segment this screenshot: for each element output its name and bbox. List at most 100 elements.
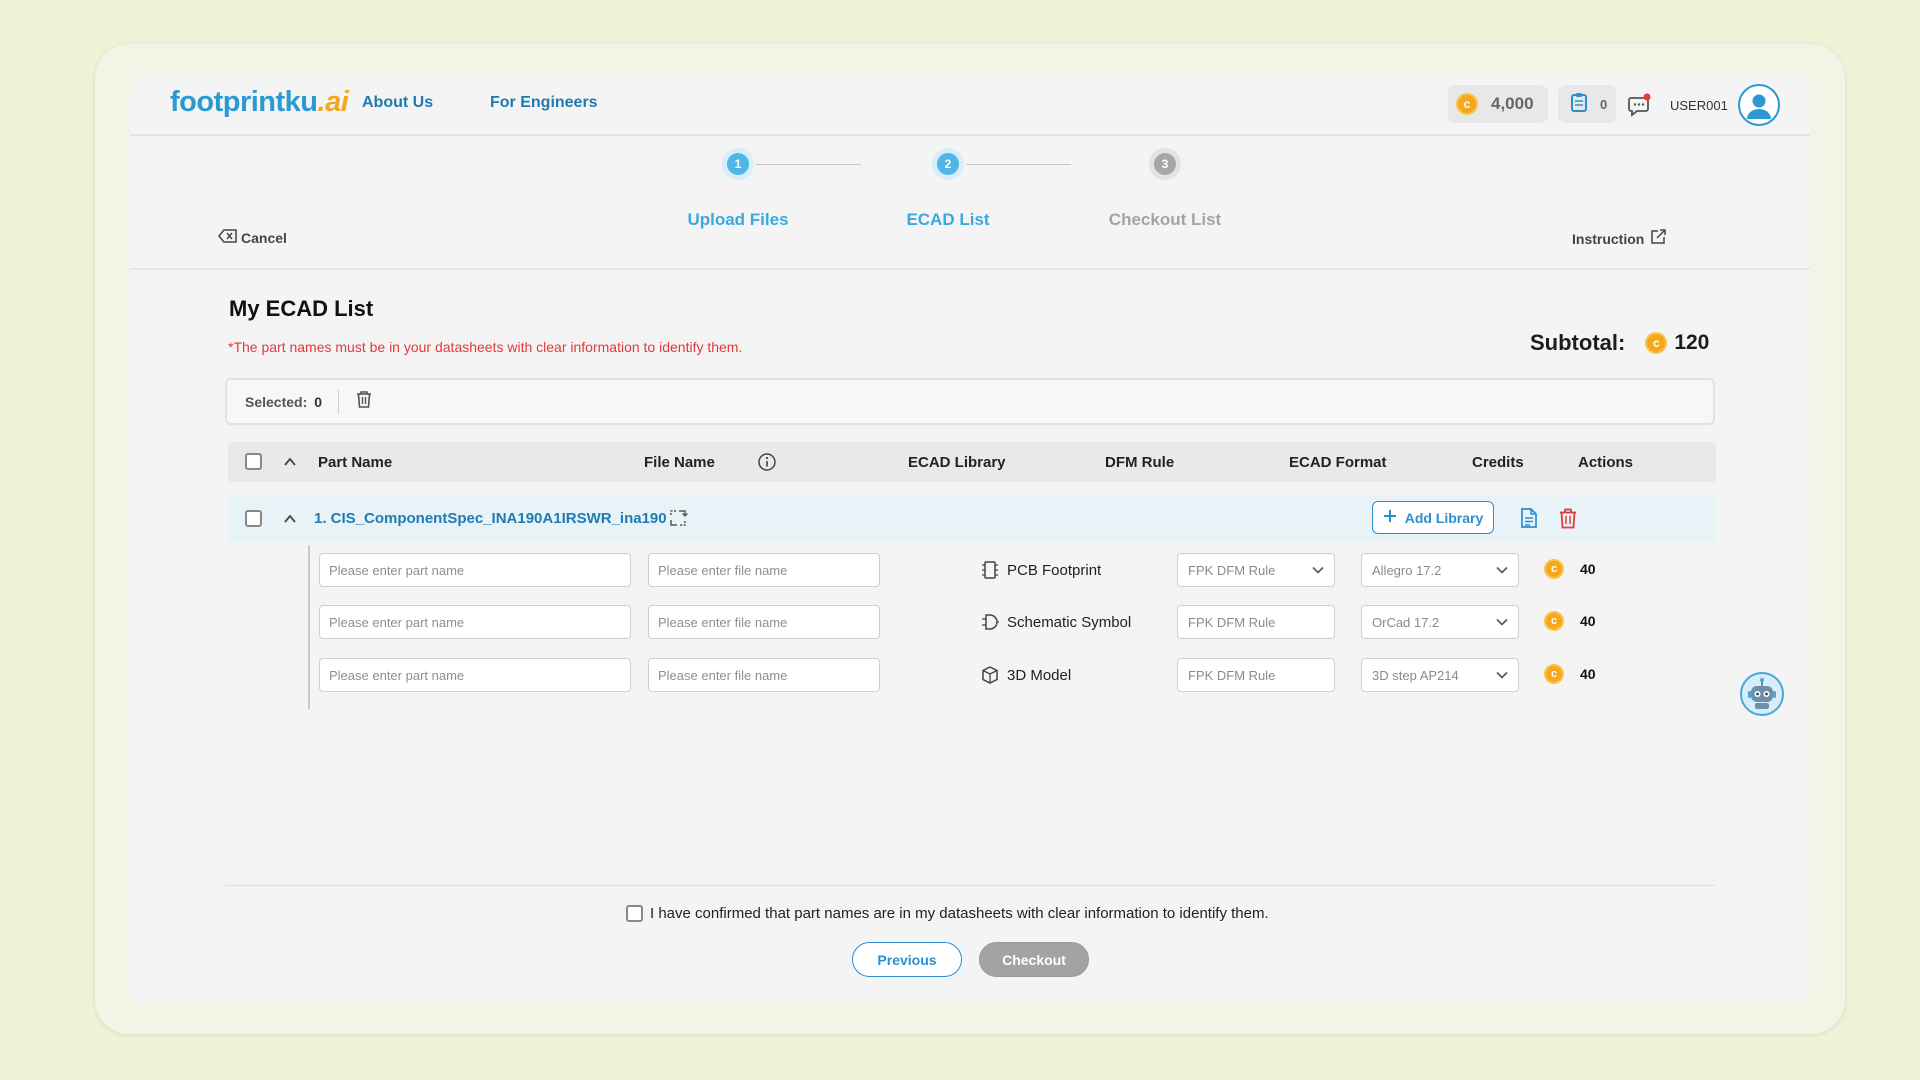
subtotal-value: 120 bbox=[1674, 331, 1710, 354]
dfm-rule-select[interactable]: FPK DFM Rule bbox=[1177, 658, 1335, 692]
previous-button[interactable]: Previous bbox=[852, 942, 962, 977]
cancel-label: Cancel bbox=[241, 229, 287, 246]
col-ecad-library: ECAD Library bbox=[908, 454, 1006, 471]
credits-cell: c 40 bbox=[1544, 664, 1596, 684]
step-label-checkout-list: Checkout List bbox=[1108, 210, 1222, 229]
ecad-format-select[interactable]: OrCad 17.2 bbox=[1361, 605, 1519, 639]
swap-icon[interactable] bbox=[668, 508, 688, 528]
chevron-up-icon[interactable] bbox=[283, 455, 297, 469]
credits-value: 40 bbox=[1580, 561, 1596, 577]
add-library-label: Add Library bbox=[1404, 509, 1484, 526]
step-label-upload-files: Upload Files bbox=[687, 210, 789, 229]
chevron-down-icon bbox=[1496, 566, 1508, 574]
dfm-rule-value: FPK DFM Rule bbox=[1188, 614, 1276, 630]
step-connector bbox=[756, 164, 861, 165]
checkout-button[interactable]: Checkout bbox=[979, 942, 1089, 977]
coin-icon: c bbox=[1456, 93, 1478, 115]
nav-about-us[interactable]: About Us bbox=[362, 94, 433, 112]
app-screen: footprintku.ai About Us For Engineers c … bbox=[130, 76, 1810, 1004]
logo-suffix: .ai bbox=[317, 86, 349, 118]
logo[interactable]: footprintku.ai bbox=[170, 86, 349, 119]
credits-value: 40 bbox=[1580, 666, 1596, 682]
ecad-format-value: 3D step AP214 bbox=[1372, 667, 1459, 683]
table-header: Part Name File Name ECAD Library DFM Rul… bbox=[228, 442, 1716, 482]
username[interactable]: USER001 bbox=[1670, 98, 1728, 113]
external-link-icon bbox=[1649, 228, 1667, 249]
ecad-format-value: Allegro 17.2 bbox=[1372, 562, 1442, 578]
ecad-format-value: OrCad 17.2 bbox=[1372, 614, 1440, 630]
info-icon[interactable] bbox=[757, 452, 777, 472]
library-label: 3D Model bbox=[1007, 666, 1072, 684]
file-name-input[interactable] bbox=[648, 658, 880, 692]
part-name-input[interactable] bbox=[319, 658, 631, 692]
chevron-up-icon[interactable] bbox=[283, 512, 297, 526]
trash-icon[interactable] bbox=[1557, 507, 1579, 529]
group-part-name[interactable]: 1. CIS_ComponentSpec_INA190A1IRSWR_ina19… bbox=[314, 510, 667, 527]
coin-icon: c bbox=[1645, 332, 1668, 354]
confirm-checkbox[interactable] bbox=[626, 905, 643, 922]
ecad-format-select[interactable]: 3D step AP214 bbox=[1361, 658, 1519, 692]
select-all-checkbox[interactable] bbox=[245, 453, 262, 470]
chevron-down-icon bbox=[1496, 671, 1508, 679]
dfm-rule-select[interactable]: FPK DFM Rule bbox=[1177, 553, 1335, 587]
schematic-icon bbox=[982, 614, 999, 630]
footer-divider bbox=[225, 885, 1715, 886]
step-2-circle: 2 bbox=[937, 153, 959, 175]
cart-button[interactable]: 0 bbox=[1558, 85, 1616, 123]
credit-balance-value: 4,000 bbox=[1491, 94, 1534, 113]
section-divider bbox=[130, 268, 1810, 270]
group-checkbox[interactable] bbox=[245, 510, 262, 527]
trash-icon[interactable] bbox=[355, 389, 373, 414]
table-row: Schematic Symbol FPK DFM Rule OrCad 17.2… bbox=[130, 605, 1810, 641]
document-icon[interactable] bbox=[1518, 507, 1540, 529]
chevron-down-icon bbox=[1496, 618, 1508, 626]
dfm-rule-select[interactable]: FPK DFM Rule bbox=[1177, 605, 1335, 639]
subtotal-label: Subtotal: bbox=[1530, 330, 1626, 355]
cancel-button[interactable]: Cancel bbox=[218, 228, 287, 247]
selected-label: Selected: bbox=[245, 393, 308, 410]
library-label: PCB Footprint bbox=[1007, 561, 1102, 579]
selection-bar: Selected: 0 bbox=[225, 378, 1715, 425]
cancel-icon bbox=[218, 228, 238, 247]
part-name-input[interactable] bbox=[319, 553, 631, 587]
credits-cell: c 40 bbox=[1544, 559, 1596, 579]
cart-count: 0 bbox=[1600, 96, 1608, 112]
avatar-icon[interactable] bbox=[1738, 84, 1780, 126]
col-dfm-rule: DFM Rule bbox=[1105, 454, 1175, 471]
plus-icon bbox=[1383, 509, 1397, 526]
subtotal: Subtotal: c 120 bbox=[1530, 330, 1709, 356]
col-ecad-format: ECAD Format bbox=[1289, 454, 1387, 471]
page-title: My ECAD List bbox=[229, 296, 374, 321]
step-connector bbox=[966, 164, 1071, 165]
table-row: PCB Footprint FPK DFM Rule Allegro 17.2 … bbox=[130, 553, 1810, 589]
credit-balance[interactable]: c 4,000 bbox=[1448, 85, 1548, 123]
table-group-row: 1. CIS_ComponentSpec_INA190A1IRSWR_ina19… bbox=[228, 495, 1716, 542]
credits-cell: c 40 bbox=[1544, 611, 1596, 631]
add-library-button[interactable]: Add Library bbox=[1372, 501, 1494, 534]
instruction-link[interactable]: Instruction bbox=[1572, 228, 1667, 249]
file-name-input[interactable] bbox=[648, 553, 880, 587]
library-cell: PCB Footprint bbox=[981, 560, 1101, 580]
robot-icon[interactable] bbox=[1740, 672, 1784, 716]
library-cell: Schematic Symbol bbox=[981, 612, 1131, 632]
part-name-input[interactable] bbox=[319, 605, 631, 639]
dfm-rule-value: FPK DFM Rule bbox=[1188, 667, 1276, 683]
step-1-circle: 1 bbox=[727, 153, 749, 175]
file-name-input[interactable] bbox=[648, 605, 880, 639]
selection-divider bbox=[338, 389, 340, 414]
col-file-name: File Name bbox=[644, 454, 715, 471]
ecad-format-select[interactable]: Allegro 17.2 bbox=[1361, 553, 1519, 587]
chip-icon bbox=[982, 561, 998, 579]
cube-icon bbox=[982, 666, 998, 684]
chat-icon[interactable] bbox=[1626, 92, 1652, 118]
nav-for-engineers[interactable]: For Engineers bbox=[490, 94, 598, 112]
selected-count: 0 bbox=[314, 393, 323, 410]
confirm-row: I have confirmed that part names are in … bbox=[626, 905, 1269, 922]
col-actions: Actions bbox=[1578, 454, 1634, 471]
dfm-rule-value: FPK DFM Rule bbox=[1188, 562, 1276, 578]
col-credits: Credits bbox=[1472, 454, 1524, 471]
chevron-down-icon bbox=[1312, 566, 1324, 574]
top-header: footprintku.ai About Us For Engineers c … bbox=[130, 76, 1810, 136]
library-cell: 3D Model bbox=[981, 665, 1071, 685]
table-row: 3D Model FPK DFM Rule 3D step AP214 c 40 bbox=[130, 658, 1810, 694]
